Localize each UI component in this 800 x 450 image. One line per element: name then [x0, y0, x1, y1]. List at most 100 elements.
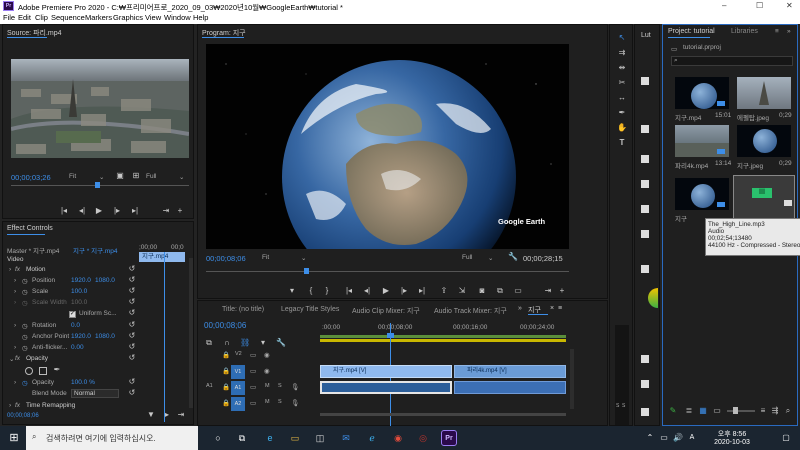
program-timecode[interactable]: 00;00;08;06: [206, 254, 246, 263]
list-view-icon[interactable]: ≣: [685, 406, 693, 416]
file-explorer-icon[interactable]: ▭: [287, 430, 303, 446]
scale-width-value[interactable]: 100.0: [71, 299, 87, 306]
source-scrubber[interactable]: [11, 185, 189, 186]
checkbox[interactable]: [641, 380, 649, 388]
close-icon[interactable]: ✕: [786, 1, 793, 10]
freeform-view-icon[interactable]: ▭: [713, 406, 721, 416]
export-frame-icon[interactable]: ⇥: [543, 286, 553, 296]
menu-edit[interactable]: Edit: [18, 13, 31, 22]
zoom-slider-handle[interactable]: [733, 407, 738, 414]
maximize-icon[interactable]: ☐: [756, 1, 763, 10]
go-to-in-icon[interactable]: |◂: [344, 286, 354, 296]
menu-window[interactable]: Window: [164, 13, 191, 22]
play-icon[interactable]: ▶: [94, 206, 104, 216]
opacity-expand-icon[interactable]: ›: [14, 379, 16, 386]
source-patch-a1[interactable]: A1: [206, 383, 213, 389]
anti-flicker-value[interactable]: 0.00: [71, 344, 84, 351]
timeline-vertical-scrollbar[interactable]: [570, 349, 574, 409]
position-y-value[interactable]: 1080.0: [95, 277, 115, 284]
libraries-tab[interactable]: Libraries: [731, 28, 758, 35]
reset-opacity-icon[interactable]: ↺: [128, 377, 136, 387]
ime-icon[interactable]: A: [684, 430, 700, 446]
stopwatch-icon[interactable]: ◷: [22, 299, 28, 307]
lumetri-tab[interactable]: Lut: [641, 32, 651, 39]
playhead-handle[interactable]: [387, 333, 394, 338]
lift-icon[interactable]: ⇪: [439, 286, 449, 296]
timeline-horizontal-scrollbar[interactable]: [320, 413, 566, 416]
position-x-value[interactable]: 1920.0: [71, 277, 91, 284]
taskbar-time[interactable]: 오후 8:56: [707, 429, 757, 439]
track-label-a2[interactable]: A2: [231, 397, 245, 411]
reset-rotation-icon[interactable]: ↺: [128, 320, 136, 330]
recorder-icon[interactable]: ◎: [415, 430, 431, 446]
reset-anti-flicker-icon[interactable]: ↺: [128, 342, 136, 352]
menu-file[interactable]: File: [3, 13, 15, 22]
lock-icon[interactable]: 🔒: [222, 367, 230, 375]
filter-icon[interactable]: ▼: [147, 410, 155, 420]
stopwatch-icon[interactable]: ◷: [22, 322, 28, 330]
hand-tool-icon[interactable]: ✋: [616, 123, 628, 133]
reset-uniform-icon[interactable]: ↺: [128, 308, 136, 318]
source-playhead[interactable]: [95, 182, 100, 188]
eye-icon[interactable]: ◉: [264, 351, 270, 359]
taskbar-search-box[interactable]: ⌕ 검색하려면 여기에 입력하십시오.: [26, 426, 198, 450]
reset-motion-icon[interactable]: ↺: [128, 264, 136, 274]
panel-menu-icon[interactable]: ≡: [558, 305, 562, 312]
source-fit-select[interactable]: Fit: [69, 173, 76, 180]
vr-icon[interactable]: ▭: [513, 286, 523, 296]
ripple-edit-tool-icon[interactable]: ⇹: [616, 63, 628, 73]
tab-title[interactable]: Title: (no title): [222, 306, 264, 313]
type-tool-icon[interactable]: T: [616, 138, 628, 148]
zoom-slider[interactable]: [727, 410, 755, 412]
thumb-earth-video[interactable]: [675, 77, 729, 109]
track-label-a1[interactable]: A1: [231, 381, 245, 395]
step-forward-icon[interactable]: |▸: [399, 286, 409, 296]
checkbox[interactable]: [641, 155, 649, 163]
add-marker-icon[interactable]: ▾: [258, 338, 268, 348]
playonly-icon[interactable]: ▸: [163, 410, 171, 420]
expand-tabs-icon[interactable]: »: [518, 305, 522, 312]
internet-explorer-icon[interactable]: ℯ: [364, 430, 380, 446]
thumb-earth-sequence[interactable]: [675, 178, 729, 210]
menu-view[interactable]: View: [145, 13, 161, 22]
sort-icon[interactable]: ≡: [759, 406, 767, 416]
reset-position-icon[interactable]: ↺: [128, 275, 136, 285]
anchor-x-value[interactable]: 1920.0: [71, 333, 91, 340]
program-quality-select[interactable]: Full: [462, 254, 472, 261]
menu-graphics[interactable]: Graphics: [113, 13, 143, 22]
uniform-scale-checkbox[interactable]: ✓: [69, 311, 76, 318]
stopwatch-icon[interactable]: ◷: [22, 277, 28, 285]
sync-lock-icon[interactable]: ▭: [250, 383, 256, 391]
checkbox[interactable]: [641, 355, 649, 363]
checkbox[interactable]: [641, 77, 649, 85]
step-back-icon[interactable]: |◂: [59, 206, 69, 216]
checkbox[interactable]: [641, 180, 649, 188]
program-fit-chevron-icon[interactable]: ⌄: [301, 254, 306, 262]
sync-lock-icon[interactable]: ▭: [250, 367, 256, 375]
panel-menu-icon[interactable]: ≡: [775, 28, 779, 35]
reset-scale-icon[interactable]: ↺: [128, 286, 136, 296]
mute-button[interactable]: M: [265, 399, 270, 405]
microphone-icon[interactable]: 🎙: [291, 383, 299, 391]
mark-in-icon[interactable]: {: [306, 286, 316, 296]
cortana-icon[interactable]: ○: [210, 430, 226, 446]
eye-icon[interactable]: ◉: [264, 367, 270, 375]
reset-anchor-icon[interactable]: ↺: [128, 331, 136, 341]
checkbox[interactable]: [641, 205, 649, 213]
motion-expand-icon[interactable]: ›: [9, 266, 11, 273]
sequence-clip-label[interactable]: 지구 * 지구.mp4: [73, 245, 118, 255]
audio-clip-paris[interactable]: [454, 381, 566, 394]
anchor-y-value[interactable]: 1080.0: [95, 333, 115, 340]
step-forward-icon[interactable]: ▸|: [130, 206, 140, 216]
panel-expand-icon[interactable]: »: [787, 28, 791, 35]
effect-controls-tab[interactable]: Effect Controls: [7, 225, 53, 232]
back-frame-icon[interactable]: ◂|: [77, 206, 87, 216]
opacity-value[interactable]: 100.0 %: [71, 379, 95, 386]
menu-clip[interactable]: Clip: [35, 13, 48, 22]
automate-icon[interactable]: ⇶: [771, 406, 779, 416]
edge-icon[interactable]: e: [262, 430, 278, 446]
scale-width-expand-icon[interactable]: ›: [14, 299, 16, 306]
sync-lock-icon[interactable]: ▭: [250, 399, 256, 407]
windows-start-icon[interactable]: ⊞: [6, 430, 22, 446]
add-button-icon[interactable]: +: [175, 206, 185, 216]
